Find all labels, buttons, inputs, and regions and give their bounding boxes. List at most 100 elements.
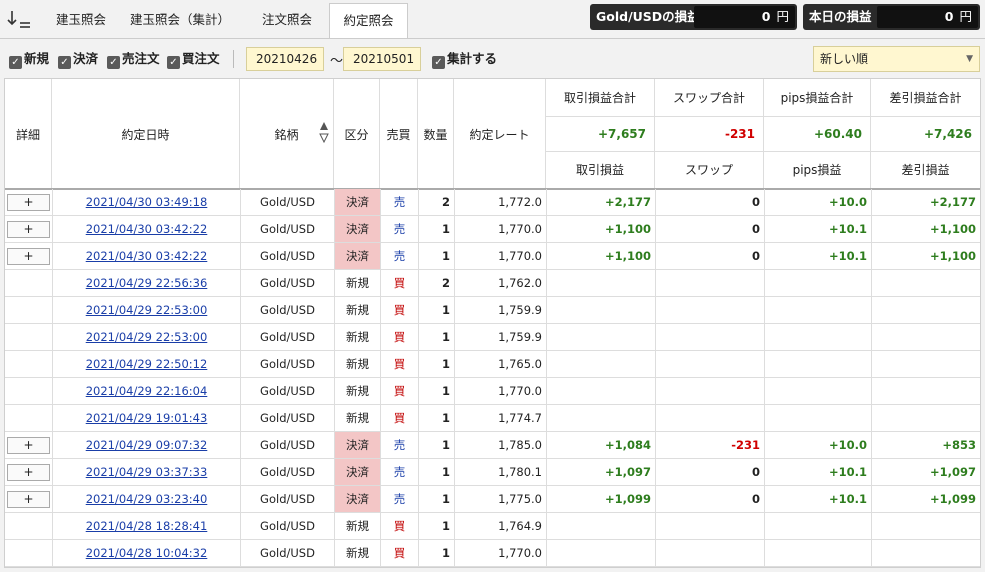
table-row: +2021/04/30 03:49:18 Gold/USD 決済 売 2 1,772.0 +… <box>5 189 980 216</box>
total-pips-label: pips損益合計 <box>764 79 871 116</box>
execution-datetime-link-text[interactable]: 2021/04/29 22:16:04 <box>86 384 208 398</box>
swap-cell-text: -231 <box>731 438 760 452</box>
tab-orders[interactable]: 注文照会 <box>248 3 326 37</box>
type-cell-text: 新規 <box>346 276 369 290</box>
check-icon: ✓ <box>58 56 71 69</box>
execution-datetime-link-text[interactable]: 2021/04/29 22:53:00 <box>86 303 208 317</box>
execution-datetime-link[interactable]: 2021/04/29 03:23:40 <box>53 486 240 512</box>
execution-datetime-link-text[interactable]: 2021/04/28 10:04:32 <box>86 546 208 560</box>
expand-detail-button[interactable]: + <box>7 491 50 508</box>
col-datetime-header[interactable]: 約定日時 <box>52 79 240 189</box>
expand-detail-button[interactable]: + <box>7 464 50 481</box>
execution-datetime-link-text[interactable]: 2021/04/30 03:42:22 <box>86 249 208 263</box>
type-cell: 決済 <box>335 216 380 242</box>
sort-order-icon[interactable] <box>6 8 32 30</box>
execution-datetime-link-text[interactable]: 2021/04/29 03:37:33 <box>86 465 208 479</box>
execution-datetime-link[interactable]: 2021/04/30 03:42:22 <box>53 243 240 269</box>
col-symbol-header[interactable]: 銘柄 <box>240 79 334 189</box>
execution-datetime-link-text[interactable]: 2021/04/29 09:07:32 <box>86 438 208 452</box>
type-cell-text: 決済 <box>346 195 369 209</box>
tab-positions[interactable]: 建玉照会 <box>46 3 116 37</box>
date-from-input[interactable]: 20210426 <box>246 47 324 71</box>
rate-cell-text: 1,770.0 <box>498 384 542 398</box>
pl-cell <box>547 405 655 431</box>
tab-positions-summary[interactable]: 建玉照会（集計） <box>124 3 236 37</box>
symbol-cell: Gold/USD <box>241 378 334 404</box>
pl-cell-text: +1,100 <box>604 222 651 236</box>
swap-cell <box>656 540 764 566</box>
checkbox-settle[interactable]: ✓ 決済 <box>58 51 98 69</box>
qty-cell-text: 1 <box>441 411 450 425</box>
checkbox-buy-order[interactable]: ✓ 買注文 <box>167 51 220 69</box>
rate-cell: 1,785.0 <box>455 432 546 458</box>
date-to-input[interactable]: 20210501 <box>343 47 421 71</box>
expand-detail-button[interactable]: + <box>7 221 50 238</box>
sort-toggle-icon[interactable] <box>319 120 329 144</box>
qty-cell: 1 <box>419 432 454 458</box>
table-row: 2021/04/28 18:28:41 Gold/USD 新規 買 1 1,764.9 <box>5 513 980 540</box>
pl-cell-text: +1,084 <box>604 438 651 452</box>
side-cell: 売 <box>381 189 418 215</box>
pl-cell <box>547 378 655 404</box>
pips-cell-text: +10.0 <box>828 195 867 209</box>
execution-datetime-link[interactable]: 2021/04/29 09:07:32 <box>53 432 240 458</box>
execution-datetime-link-text[interactable]: 2021/04/30 03:49:18 <box>86 195 208 209</box>
net-cell: +1,099 <box>872 486 980 512</box>
col-qty-header: 数量 <box>418 79 454 189</box>
side-cell: 売 <box>381 432 418 458</box>
pl-cell <box>547 324 655 350</box>
side-cell-text: 買 <box>393 546 406 560</box>
expand-detail-button[interactable]: + <box>7 194 50 211</box>
execution-datetime-link-text[interactable]: 2021/04/29 22:56:36 <box>86 276 208 290</box>
checkbox-sell-order[interactable]: ✓ 売注文 <box>107 51 160 69</box>
execution-datetime-link-text[interactable]: 2021/04/29 22:50:12 <box>86 357 208 371</box>
net-cell <box>872 513 980 539</box>
type-cell: 新規 <box>335 324 380 350</box>
pl-cell: +1,099 <box>547 486 655 512</box>
pips-cell <box>765 513 871 539</box>
pips-cell <box>765 540 871 566</box>
symbol-cell-text: Gold/USD <box>260 492 315 506</box>
side-cell: 買 <box>381 405 418 431</box>
execution-datetime-link[interactable]: 2021/04/29 22:50:12 <box>53 351 240 377</box>
execution-datetime-link-text[interactable]: 2021/04/29 19:01:43 <box>86 411 208 425</box>
rate-cell-text: 1,762.0 <box>498 276 542 290</box>
qty-cell: 1 <box>419 324 454 350</box>
symbol-cell-text: Gold/USD <box>260 411 315 425</box>
expand-detail-button[interactable]: + <box>7 248 50 265</box>
execution-datetime-link[interactable]: 2021/04/30 03:42:22 <box>53 216 240 242</box>
pl-cell-text: +1,100 <box>604 249 651 263</box>
table-row: 2021/04/28 10:04:32 Gold/USD 新規 買 1 1,770.0 <box>5 540 980 567</box>
side-cell-text: 売 <box>393 492 406 506</box>
checkbox-new[interactable]: ✓ 新規 <box>9 51 49 69</box>
net-cell-text: +853 <box>942 438 976 452</box>
pips-cell-text: +10.1 <box>828 249 867 263</box>
qty-cell: 1 <box>419 486 454 512</box>
execution-datetime-link[interactable]: 2021/04/28 10:04:32 <box>53 540 240 566</box>
execution-datetime-link-text[interactable]: 2021/04/28 18:28:41 <box>86 519 208 533</box>
swap-cell-text: 0 <box>751 249 760 263</box>
date-range-tilde: ～ <box>330 54 344 69</box>
execution-datetime-link[interactable]: 2021/04/29 22:16:04 <box>53 378 240 404</box>
execution-datetime-link[interactable]: 2021/04/29 22:56:36 <box>53 270 240 296</box>
checkbox-aggregate[interactable]: ✓ 集計する <box>432 51 497 69</box>
execution-datetime-link[interactable]: 2021/04/29 22:53:00 <box>53 297 240 323</box>
expand-detail-button[interactable]: + <box>7 437 50 454</box>
qty-cell-text: 1 <box>441 303 450 317</box>
execution-datetime-link-text[interactable]: 2021/04/29 22:53:00 <box>86 330 208 344</box>
col-type-header: 区分 <box>334 79 380 189</box>
tab-executions[interactable]: 約定照会 <box>329 3 408 39</box>
execution-datetime-link[interactable]: 2021/04/30 03:49:18 <box>53 189 240 215</box>
execution-datetime-link[interactable]: 2021/04/29 03:37:33 <box>53 459 240 485</box>
execution-datetime-link[interactable]: 2021/04/28 18:28:41 <box>53 513 240 539</box>
swap-cell <box>656 378 764 404</box>
execution-datetime-link[interactable]: 2021/04/29 22:53:00 <box>53 324 240 350</box>
symbol-cell-text: Gold/USD <box>260 519 315 533</box>
rate-cell-text: 1,770.0 <box>498 249 542 263</box>
execution-datetime-link[interactable]: 2021/04/29 19:01:43 <box>53 405 240 431</box>
side-cell: 買 <box>381 540 418 566</box>
execution-datetime-link-text[interactable]: 2021/04/29 03:23:40 <box>86 492 208 506</box>
execution-datetime-link-text[interactable]: 2021/04/30 03:42:22 <box>86 222 208 236</box>
sort-order-select[interactable]: 新しい順 ▼ <box>813 46 980 72</box>
net-cell <box>872 540 980 566</box>
